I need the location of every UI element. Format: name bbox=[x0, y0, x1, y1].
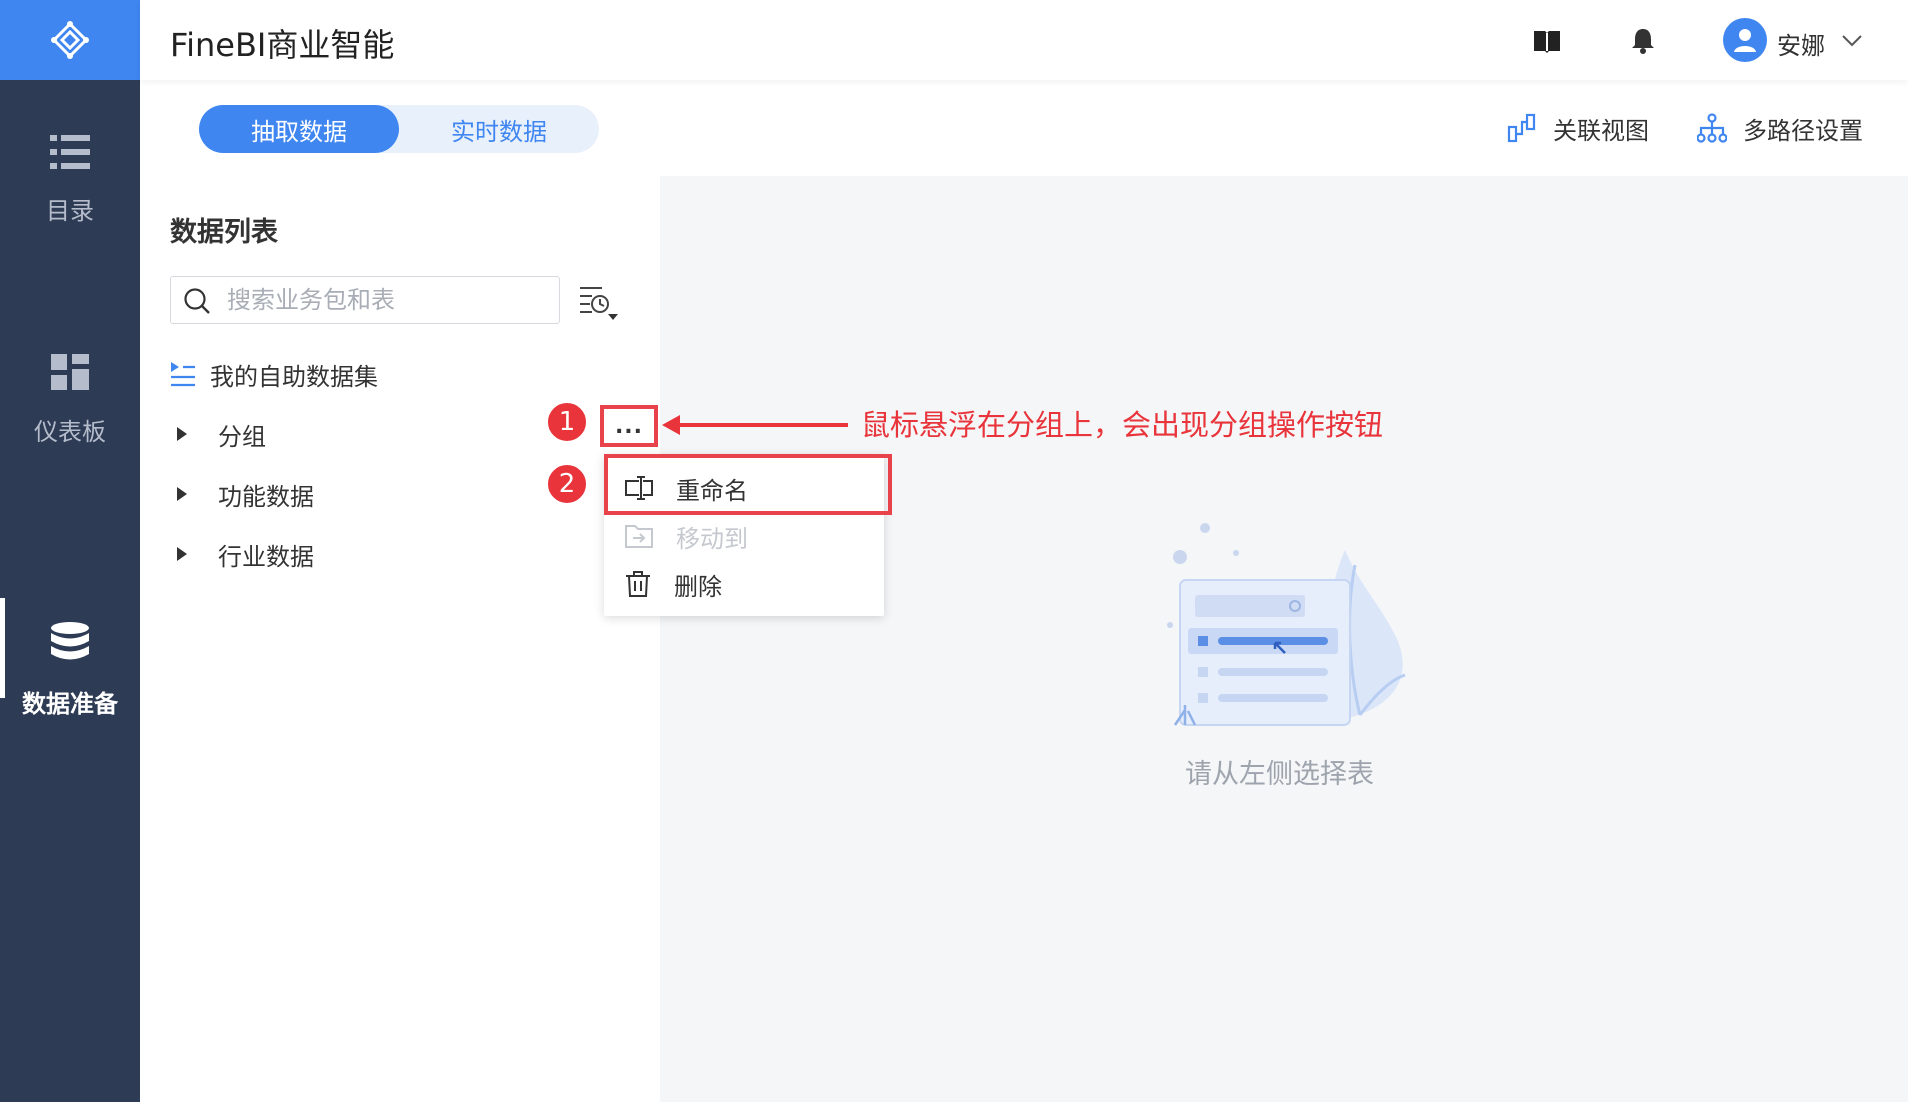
relation-view-label: 关联视图 bbox=[1553, 116, 1649, 145]
panel-title: 数据列表 bbox=[170, 217, 278, 248]
self-dataset-icon bbox=[171, 362, 195, 387]
relation-view-button[interactable]: 关联视图 bbox=[1507, 108, 1649, 148]
sort-clock-icon bbox=[580, 287, 618, 320]
nav-item-data-prep[interactable]: 数据准备 bbox=[0, 590, 140, 750]
move-folder-icon bbox=[625, 525, 653, 548]
annotation-badge-2: 2 bbox=[546, 463, 588, 505]
tree-item-label: 分组 bbox=[218, 422, 266, 451]
empty-state-illustration bbox=[1167, 523, 1406, 726]
annotation-note: 鼠标悬浮在分组上，会出现分组操作按钮 bbox=[861, 408, 1384, 442]
multipath-settings-label: 多路径设置 bbox=[1743, 116, 1863, 145]
avatar[interactable] bbox=[1723, 18, 1767, 62]
search-box bbox=[170, 276, 560, 324]
data-mode-tabs: 抽取数据 实时数据 bbox=[199, 105, 599, 153]
tree-item-label: 行业数据 bbox=[218, 542, 314, 571]
search-input[interactable] bbox=[227, 283, 547, 317]
bell-icon[interactable] bbox=[1628, 26, 1658, 56]
tree-item-label: 我的自助数据集 bbox=[210, 362, 378, 391]
menu-item-delete[interactable]: 删除 bbox=[604, 560, 884, 608]
multipath-settings-button[interactable]: 多路径设置 bbox=[1697, 108, 1863, 148]
tab-realtime-data[interactable]: 实时数据 bbox=[399, 105, 599, 153]
app-logo[interactable] bbox=[0, 0, 140, 80]
menu-item-move-to[interactable]: 移动到 bbox=[604, 512, 884, 560]
top-bar: FineBI商业智能 安娜 bbox=[140, 0, 1908, 80]
nav-item-catalog[interactable]: 目录 bbox=[0, 100, 140, 260]
nav-item-label: 目录 bbox=[46, 196, 94, 225]
sort-history-button[interactable] bbox=[578, 284, 622, 324]
nav-item-label: 仪表板 bbox=[34, 417, 106, 446]
tree-item-group[interactable]: 分组 bbox=[170, 414, 266, 454]
hierarchy-icon bbox=[1697, 113, 1727, 143]
menu-item-label: 移动到 bbox=[676, 524, 748, 553]
caret-right-icon[interactable] bbox=[176, 426, 188, 442]
highlight-dots-box bbox=[600, 405, 658, 447]
highlight-rename-box bbox=[604, 454, 892, 515]
annotation-arrow bbox=[662, 415, 848, 435]
help-book-icon[interactable] bbox=[1532, 26, 1562, 56]
tree-item-industry-data[interactable]: 行业数据 bbox=[170, 534, 314, 574]
search-icon bbox=[184, 288, 210, 314]
app-title: FineBI商业智能 bbox=[170, 26, 395, 64]
annotation-badge-1: 1 bbox=[546, 401, 588, 443]
nav-item-label: 数据准备 bbox=[22, 689, 118, 718]
relation-view-icon bbox=[1507, 113, 1536, 143]
left-nav-rail: 目录 仪表板 数据准备 bbox=[0, 0, 140, 1102]
menu-item-label: 删除 bbox=[674, 572, 722, 601]
list-icon bbox=[50, 134, 90, 169]
username[interactable]: 安娜 bbox=[1777, 26, 1825, 61]
database-icon bbox=[51, 621, 89, 659]
caret-right-icon[interactable] bbox=[176, 486, 188, 502]
tree-item-function-data[interactable]: 功能数据 bbox=[170, 474, 314, 514]
nav-item-dashboard[interactable]: 仪表板 bbox=[0, 320, 140, 480]
logo-icon bbox=[51, 21, 89, 59]
user-icon bbox=[1734, 29, 1756, 52]
tree-item-my-datasets[interactable]: 我的自助数据集 bbox=[170, 354, 378, 394]
empty-state-text: 请从左侧选择表 bbox=[1185, 759, 1374, 790]
caret-right-icon[interactable] bbox=[176, 546, 188, 562]
trash-icon bbox=[626, 571, 650, 597]
chevron-down-icon[interactable] bbox=[1840, 28, 1864, 52]
tree-item-label: 功能数据 bbox=[218, 482, 314, 511]
tab-extract-data[interactable]: 抽取数据 bbox=[199, 105, 399, 153]
dashboard-icon bbox=[51, 353, 89, 390]
